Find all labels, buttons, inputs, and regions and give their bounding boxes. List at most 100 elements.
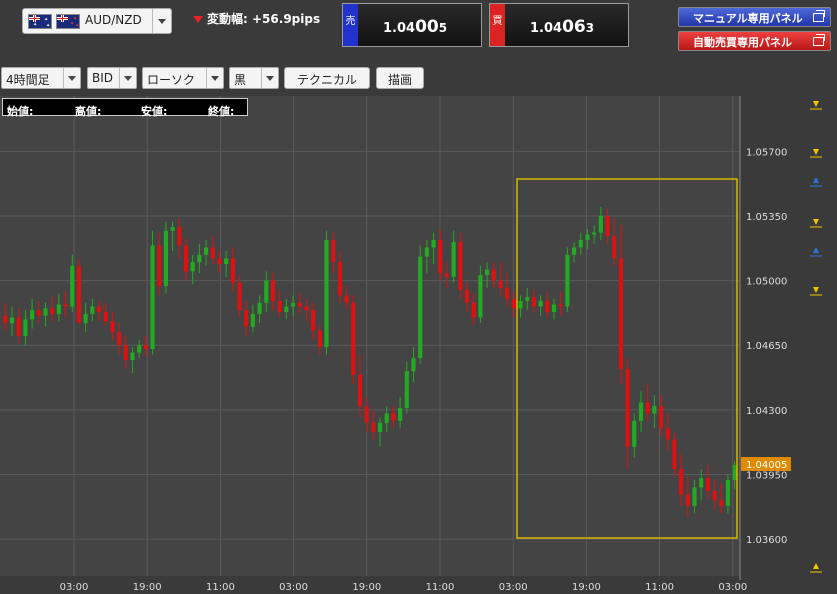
- chevron-down-icon: [211, 76, 219, 81]
- price-type-select[interactable]: BID: [87, 67, 137, 89]
- y-tick-label: 1.03950: [746, 470, 787, 481]
- candle-body: [297, 302, 302, 307]
- candle-body: [384, 413, 389, 423]
- candle-body: [337, 262, 342, 296]
- candle-body: [658, 406, 664, 429]
- candle-body: [63, 304, 68, 307]
- draw-button[interactable]: 描画: [376, 67, 424, 89]
- candle-body: [612, 236, 617, 259]
- x-tick-label: 19:00: [352, 582, 381, 593]
- australia-flag-icon: ✦ ✦ ✦: [28, 14, 52, 29]
- candle-body: [585, 234, 590, 240]
- x-tick-label: 11:00: [206, 582, 235, 593]
- candle-body: [163, 230, 169, 287]
- current-price-label: 1.04005: [746, 460, 787, 471]
- alert-down-marker-icon[interactable]: [810, 287, 822, 296]
- candle: [351, 295, 356, 384]
- ohlc-readout: 始値: - 高値: - 安値: - 終値: -: [2, 98, 248, 118]
- candle-body: [331, 240, 336, 263]
- candle-body: [76, 265, 82, 324]
- x-tick-label: 03:00: [60, 582, 89, 593]
- pair-dropdown-button[interactable]: [152, 9, 171, 33]
- candle-body: [16, 317, 21, 336]
- candle-body: [56, 304, 61, 314]
- alert-down-marker-icon[interactable]: [810, 101, 822, 110]
- technical-button[interactable]: テクニカル: [284, 67, 370, 89]
- candle-body: [157, 245, 162, 287]
- sell-tag: 売: [343, 4, 358, 46]
- candle-body: [679, 468, 684, 495]
- timeframe-select[interactable]: 4時間足: [1, 67, 81, 89]
- candle-body: [130, 352, 135, 360]
- new-window-icon: [813, 10, 825, 22]
- theme-select[interactable]: 黒: [229, 67, 279, 89]
- candle-body: [632, 420, 637, 447]
- candle-body: [284, 306, 289, 312]
- down-arrow-icon: [193, 16, 203, 23]
- alert-down-marker-icon[interactable]: [810, 219, 822, 228]
- alert-down-marker-icon[interactable]: [810, 149, 822, 158]
- candle-body: [103, 312, 108, 322]
- candle-body: [451, 241, 456, 277]
- candle-body: [699, 478, 704, 488]
- candle-body: [485, 269, 490, 276]
- candle-body: [311, 310, 316, 331]
- candle: [324, 230, 329, 355]
- candle-body: [210, 247, 215, 259]
- alert-up-marker-icon[interactable]: [810, 247, 822, 257]
- candle-body: [645, 402, 650, 414]
- candle-body: [230, 258, 235, 283]
- x-tick-label: 19:00: [133, 582, 162, 593]
- plot-area: [0, 96, 740, 576]
- candle-body: [224, 258, 229, 264]
- candle-body: [565, 254, 570, 307]
- candle-body: [511, 299, 516, 309]
- candle-body: [525, 297, 530, 301]
- candle-body: [518, 300, 523, 309]
- candle-body: [117, 332, 122, 346]
- candle-body: [464, 289, 470, 303]
- candle-body: [505, 288, 510, 300]
- candle-body: [404, 371, 409, 408]
- auto-trade-panel-button[interactable]: 自動売買専用パネル: [678, 31, 831, 51]
- candle-body: [551, 304, 557, 312]
- x-tick-label: 03:00: [279, 582, 308, 593]
- change-value: +56.9pips: [252, 12, 321, 26]
- candle-body: [398, 408, 403, 421]
- candle-body: [143, 345, 148, 349]
- chevron-down-icon: [158, 19, 166, 24]
- candle-body: [351, 302, 356, 375]
- buy-price-button[interactable]: 買 1.04063: [489, 3, 629, 47]
- candle-body: [592, 232, 597, 235]
- candle-body: [83, 313, 88, 324]
- candle: [565, 247, 570, 312]
- candle-body: [36, 310, 41, 316]
- candle-body: [183, 245, 189, 272]
- alert-up-marker-icon[interactable]: [810, 563, 822, 573]
- candle-body: [391, 413, 396, 421]
- candle-body: [264, 280, 269, 303]
- candle-body: [50, 308, 55, 314]
- x-tick-label: 11:00: [645, 582, 674, 593]
- chart-type-select[interactable]: ローソク: [142, 67, 224, 89]
- candle-body: [705, 478, 710, 492]
- candle-body: [625, 369, 630, 447]
- candle-body: [578, 240, 583, 248]
- y-tick-label: 1.05700: [746, 147, 787, 158]
- manual-panel-button[interactable]: マニュアル専用パネル: [678, 7, 831, 27]
- y-tick-label: 1.04300: [746, 406, 787, 417]
- x-tick-label: 03:00: [499, 582, 528, 593]
- candle-body: [30, 310, 35, 320]
- change-label: 変動幅:: [207, 12, 248, 26]
- price-chart[interactable]: 03:00 19:00 11:00 03:00 19:00 11:00 03:00 19:00…: [0, 96, 837, 594]
- currency-pair-selector[interactable]: ✦ ✦ ✦ ✦ ✦ ✦ AUD/NZD: [22, 8, 172, 34]
- candle: [76, 258, 82, 324]
- candle-body: [217, 258, 222, 264]
- y-axis-ticks: 1.05700 1.05350 1.05000 1.04650 1.04300 1.039…: [746, 147, 787, 546]
- candle-body: [424, 247, 429, 257]
- sell-price-button[interactable]: 売 1.04005: [342, 3, 482, 47]
- price-tag: 1.04005: [741, 457, 791, 471]
- candle-body: [491, 269, 496, 281]
- candle-body: [237, 282, 242, 311]
- alert-up-marker-icon[interactable]: [810, 177, 822, 187]
